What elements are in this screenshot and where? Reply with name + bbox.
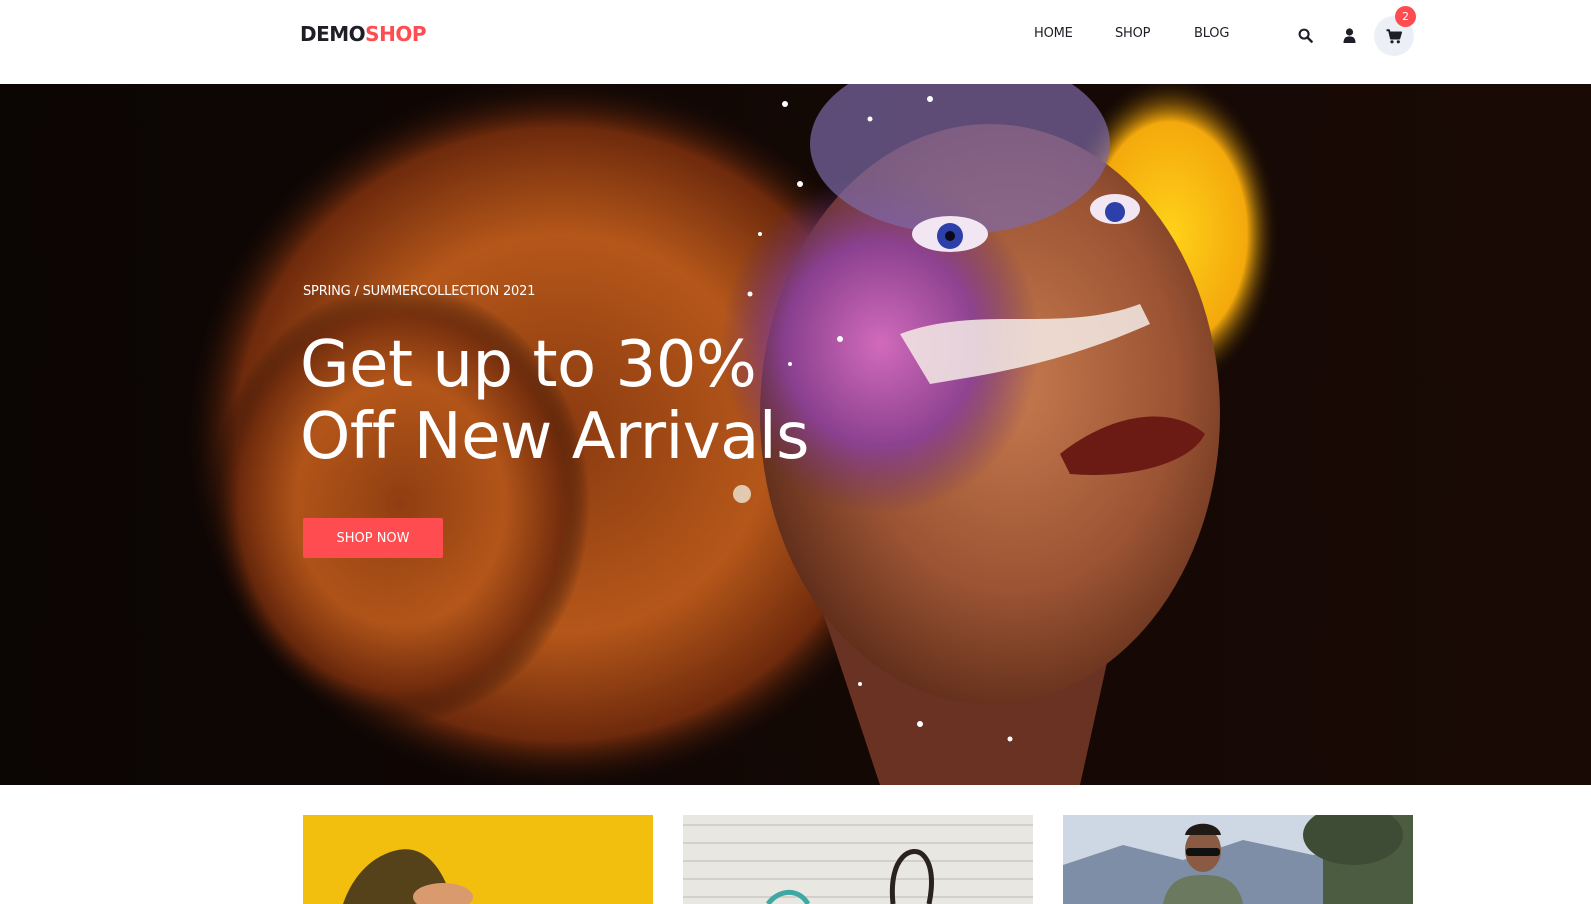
hero-subtitle: SPRING / SUMMERCOLLECTION 2021 [303, 284, 536, 299]
user-icon[interactable] [1340, 26, 1358, 44]
logo[interactable]: DEMOSHOP [300, 22, 426, 46]
hero-title: Get up to 30% Off New Arrivals [300, 329, 1000, 473]
hero-title-line-2: Off New Arrivals [300, 400, 810, 474]
site-header: DEMOSHOP HOME SHOP BLOG 2 [0, 0, 1591, 84]
banner-image-men [1063, 815, 1413, 904]
cart-count-badge: 2 [1395, 6, 1416, 27]
shop-now-button[interactable]: SHOP NOW [303, 518, 443, 558]
search-icon[interactable] [1296, 26, 1314, 44]
logo-text-accent: SHOP [365, 22, 426, 46]
nav-item-blog[interactable]: BLOG [1194, 26, 1229, 41]
banner-men[interactable] [1063, 815, 1413, 904]
cart-icon [1386, 28, 1402, 44]
logo-text-dark: DEMO [300, 22, 366, 46]
nav-item-shop[interactable]: SHOP [1115, 26, 1151, 41]
banner-accessories[interactable] [683, 815, 1033, 904]
banner-women[interactable] [303, 815, 653, 904]
hero-title-line-1: Get up to 30% [300, 328, 757, 402]
hero-slider: SPRING / SUMMERCOLLECTION 2021 Get up to… [0, 84, 1591, 785]
banner-image-accessories [683, 815, 1033, 904]
banner-image-women [303, 815, 653, 904]
nav-item-home[interactable]: HOME [1034, 26, 1073, 41]
